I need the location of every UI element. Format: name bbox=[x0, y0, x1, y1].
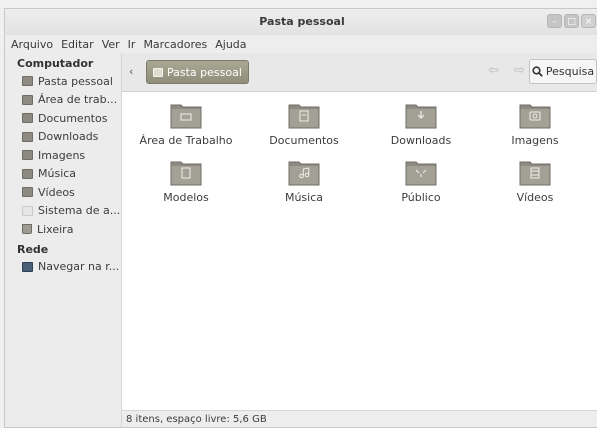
music-folder-icon bbox=[288, 161, 320, 186]
folder-label: Imagens bbox=[511, 134, 559, 147]
window-controls: – □ × bbox=[547, 14, 596, 28]
folder-label: Área de Trabalho bbox=[139, 134, 233, 147]
templates-folder-icon bbox=[170, 161, 202, 186]
folder-label: Modelos bbox=[163, 191, 209, 204]
folder-public[interactable]: Público bbox=[362, 158, 480, 204]
path-button-home[interactable]: Pasta pessoal bbox=[146, 60, 249, 84]
trash-icon bbox=[22, 224, 32, 235]
menu-ir[interactable]: Ir bbox=[124, 38, 140, 51]
sidebar-item-filesystem[interactable]: Sistema de a... bbox=[5, 202, 121, 221]
sidebar-item-music[interactable]: Música bbox=[5, 165, 121, 184]
folder-label: Documentos bbox=[269, 134, 339, 147]
menu-bar: Arquivo Editar Ver Ir Marcadores Ajuda bbox=[5, 35, 597, 53]
pictures-folder-icon bbox=[519, 104, 551, 129]
folder-label: Música bbox=[284, 191, 324, 204]
folder-pictures[interactable]: Imagens bbox=[476, 101, 594, 147]
sidebar-item-browse-network[interactable]: Navegar na r... bbox=[5, 258, 121, 277]
music-folder-icon bbox=[22, 168, 33, 179]
search-icon bbox=[532, 66, 543, 77]
sidebar-item-pictures[interactable]: Imagens bbox=[5, 146, 121, 165]
home-folder-icon bbox=[153, 67, 163, 77]
sidebar-item-label: Área de trab... bbox=[38, 93, 118, 107]
videos-folder-icon bbox=[519, 161, 551, 186]
status-bar: 8 itens, espaço livre: 5,6 GB bbox=[122, 410, 597, 427]
menu-editar[interactable]: Editar bbox=[57, 38, 98, 51]
window-title: Pasta pessoal bbox=[259, 15, 345, 28]
sidebar-heading-network: Rede bbox=[17, 242, 49, 256]
sidebar: Computador Pasta pessoal Área de trab...… bbox=[5, 53, 122, 427]
sidebar-item-label: Lixeira bbox=[37, 222, 74, 236]
folder-documents[interactable]: Documentos bbox=[245, 101, 363, 147]
sidebar-item-label: Pasta pessoal bbox=[38, 74, 113, 88]
documents-folder-icon bbox=[22, 113, 33, 124]
back-arrow-icon[interactable]: ‹ bbox=[129, 65, 133, 78]
folder-downloads[interactable]: Downloads bbox=[362, 101, 480, 147]
sidebar-item-label: Navegar na r... bbox=[38, 260, 120, 274]
close-icon[interactable]: × bbox=[581, 14, 596, 28]
sidebar-item-home[interactable]: Pasta pessoal bbox=[5, 72, 121, 91]
title-bar[interactable]: Pasta pessoal – □ × bbox=[5, 9, 597, 36]
sidebar-item-videos[interactable]: Vídeos bbox=[5, 183, 121, 202]
menu-ver[interactable]: Ver bbox=[98, 38, 124, 51]
documents-folder-icon bbox=[288, 104, 320, 129]
main-view: ‹ Pasta pessoal ⇦ ⇨ Pesquisa Área de Tra… bbox=[122, 53, 597, 427]
sidebar-item-label: Imagens bbox=[38, 148, 86, 162]
folder-label: Downloads bbox=[390, 134, 452, 147]
folder-label: Público bbox=[401, 191, 441, 204]
file-manager-window: Pasta pessoal – □ × Arquivo Editar Ver I… bbox=[4, 8, 597, 428]
folder-videos[interactable]: Vídeos bbox=[476, 158, 594, 204]
sidebar-item-label: Vídeos bbox=[38, 185, 75, 199]
search-label: Pesquisa bbox=[545, 65, 595, 78]
sidebar-item-trash[interactable]: Lixeira bbox=[5, 220, 121, 239]
public-folder-icon bbox=[405, 161, 437, 186]
sidebar-item-downloads[interactable]: Downloads bbox=[5, 128, 121, 147]
sidebar-item-label: Downloads bbox=[38, 130, 99, 144]
menu-arquivo[interactable]: Arquivo bbox=[5, 38, 57, 51]
pictures-folder-icon bbox=[22, 150, 33, 161]
network-icon bbox=[22, 261, 33, 272]
menu-ajuda[interactable]: Ajuda bbox=[211, 38, 250, 51]
sidebar-heading-computer: Computador bbox=[17, 57, 94, 70]
videos-folder-icon bbox=[22, 187, 33, 198]
minimize-icon[interactable]: – bbox=[547, 14, 562, 28]
sidebar-item-documents[interactable]: Documentos bbox=[5, 109, 121, 128]
desktop-folder-icon bbox=[22, 94, 33, 105]
sidebar-item-label: Música bbox=[38, 167, 77, 181]
menu-marcadores[interactable]: Marcadores bbox=[139, 38, 211, 51]
home-folder-icon bbox=[22, 76, 33, 87]
nav-back-icon[interactable]: ⇦ bbox=[488, 63, 499, 78]
sidebar-item-label: Documentos bbox=[38, 111, 108, 125]
folder-music[interactable]: Música bbox=[245, 158, 363, 204]
nav-forward-icon[interactable]: ⇨ bbox=[514, 63, 525, 78]
path-button-label: Pasta pessoal bbox=[167, 65, 242, 79]
search-button[interactable]: Pesquisa bbox=[529, 59, 597, 84]
folder-desktop[interactable]: Área de Trabalho bbox=[127, 101, 245, 147]
desktop-folder-icon bbox=[170, 104, 202, 129]
folder-label: Vídeos bbox=[516, 191, 554, 204]
sidebar-item-desktop[interactable]: Área de trab... bbox=[5, 91, 121, 110]
folder-templates[interactable]: Modelos bbox=[127, 158, 245, 204]
filesystem-icon bbox=[22, 205, 33, 216]
toolbar: ‹ Pasta pessoal ⇦ ⇨ Pesquisa bbox=[122, 53, 597, 92]
sidebar-item-label: Sistema de a... bbox=[38, 204, 121, 218]
downloads-folder-icon bbox=[405, 104, 437, 129]
maximize-icon[interactable]: □ bbox=[564, 14, 579, 28]
downloads-folder-icon bbox=[22, 131, 33, 142]
